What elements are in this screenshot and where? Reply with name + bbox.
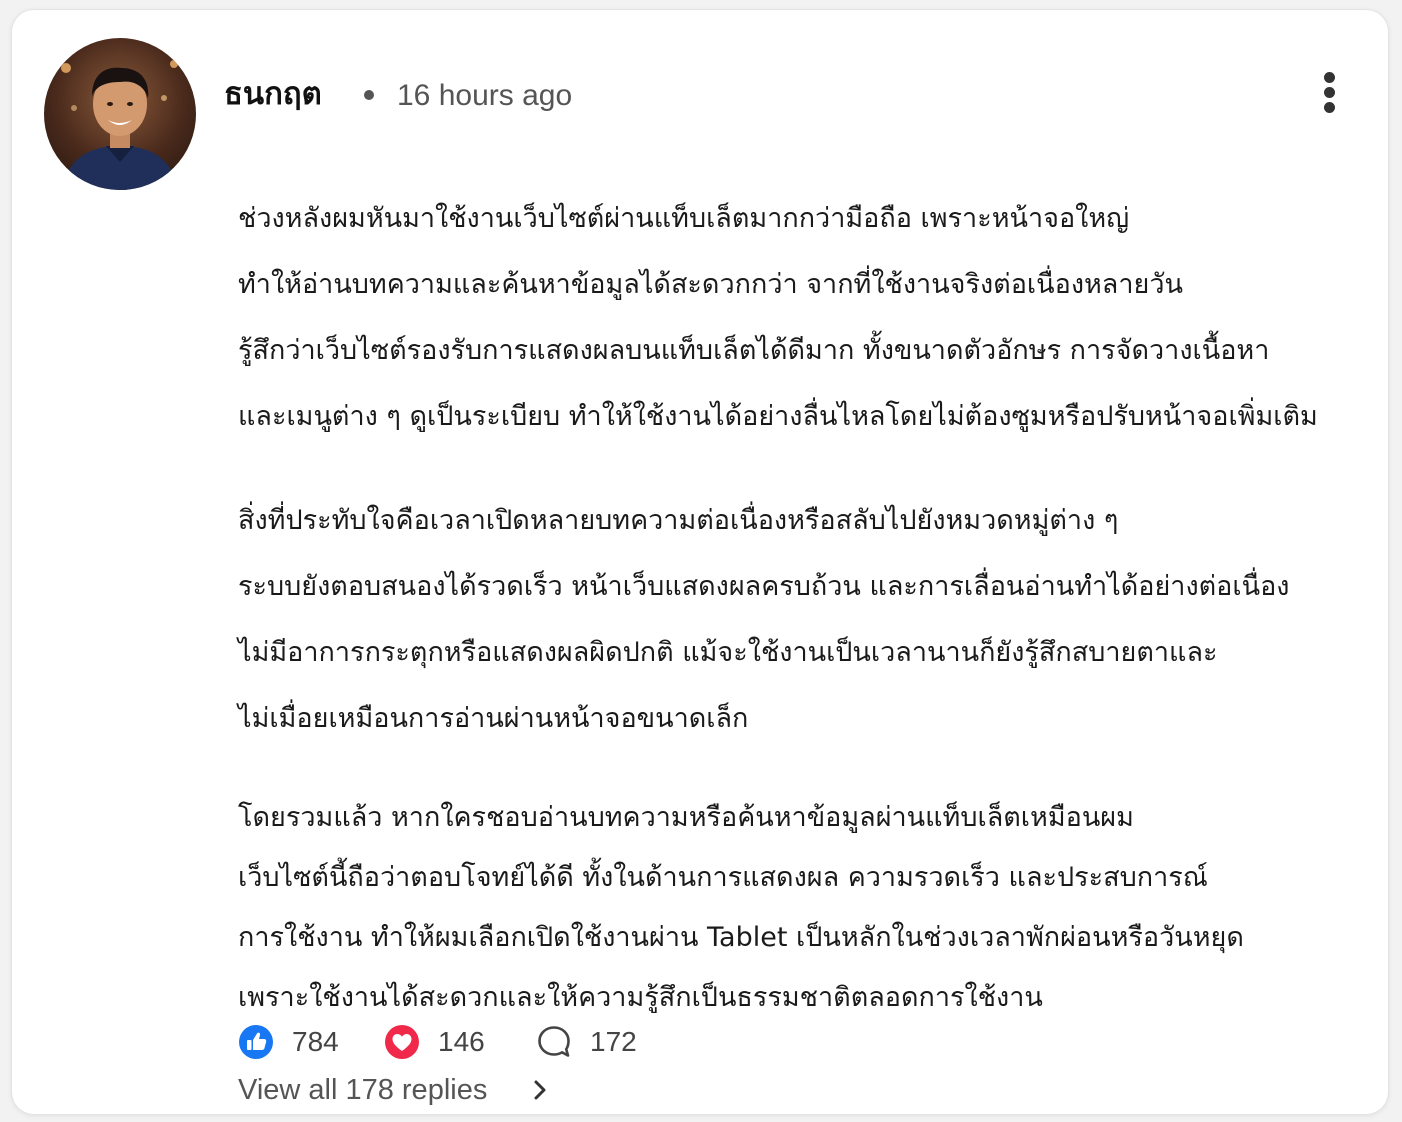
more-options-button[interactable]: [1308, 66, 1352, 118]
separator-dot: [364, 90, 374, 100]
comment-paragraph: สิ่งที่ประทับใจคือเวลาเปิดหลายบทความต่อเ…: [238, 488, 1358, 752]
comment-line: สิ่งที่ประทับใจคือเวลาเปิดหลายบทความต่อเ…: [238, 505, 1119, 536]
comment-paragraph: โดยรวมแล้ว หากใครชอบอ่านบทความหรือค้นหาข…: [238, 788, 1358, 1028]
comment-line: รู้สึกว่าเว็บไซต์รองรับการแสดงผลบนแท็บเล…: [238, 335, 1270, 366]
comment-line: โดยรวมแล้ว หากใครชอบอ่านบทความหรือค้นหาข…: [238, 802, 1134, 833]
avatar[interactable]: [44, 38, 196, 190]
more-vertical-icon: [1324, 72, 1335, 83]
comment-line: ระบบยังตอบสนองได้รวดเร็ว หน้าเว็บแสดงผลค…: [238, 571, 1290, 602]
like-button[interactable]: 784: [238, 1022, 358, 1062]
comment-line: ช่วงหลังผมหันมาใช้งานเว็บไซต์ผ่านแท็บเล็…: [238, 203, 1130, 234]
comment-body: ช่วงหลังผมหันมาใช้งานเว็บไซต์ผ่านแท็บเล็…: [238, 186, 1358, 1028]
comment-line: ทำให้อ่านบทความและค้นหาข้อมูลได้สะดวกกว่…: [238, 269, 1183, 300]
comment-line: เว็บไซต์นี้ถือว่าตอบโจทย์ได้ดี ทั้งในด้า…: [238, 862, 1208, 893]
comment-card: ธนกฤต 16 hours ago ช่วงหลังผมหันมาใช้งาน…: [12, 10, 1388, 1114]
comment-bubble-icon: [538, 1026, 570, 1057]
love-button[interactable]: 146: [384, 1022, 504, 1062]
comment-line: เพราะใช้งานได้สะดวกและให้ความรู้สึกเป็นธ…: [238, 982, 1043, 1013]
more-vertical-icon: [1324, 87, 1335, 98]
author-name[interactable]: ธนกฤต: [224, 74, 322, 114]
reaction-bar: 784 146 172: [238, 1022, 938, 1062]
more-vertical-icon: [1324, 102, 1335, 113]
chevron-right-icon: [534, 1080, 546, 1100]
love-count: 146: [438, 1026, 485, 1057]
view-replies-label: View all 178 replies: [238, 1074, 488, 1106]
comment-line: การใช้งาน ทำให้ผมเลือกเปิดใช้งานผ่าน Tab…: [238, 922, 1244, 953]
comment-line: ไม่เมื่อยเหมือนการอ่านผ่านหน้าจอขนาดเล็ก: [238, 703, 749, 734]
reply-button[interactable]: 172: [536, 1022, 656, 1062]
reply-count: 172: [590, 1026, 637, 1057]
comment-line: ไม่มีอาการกระตุกหรือแสดงผลผิดปกติ แม้จะใ…: [238, 637, 1218, 668]
heart-icon: [385, 1025, 419, 1059]
like-count: 784: [292, 1026, 339, 1057]
comment-paragraph: ช่วงหลังผมหันมาใช้งานเว็บไซต์ผ่านแท็บเล็…: [238, 186, 1358, 450]
timestamp: 16 hours ago: [397, 79, 573, 112]
comment-line: และเมนูต่าง ๆ ดูเป็นระเบียบ ทำให้ใช้งานไ…: [238, 401, 1318, 432]
thumbs-up-icon: [239, 1025, 273, 1059]
profile-photo-icon: [44, 38, 196, 190]
view-replies-link[interactable]: View all 178 replies: [238, 1070, 546, 1110]
